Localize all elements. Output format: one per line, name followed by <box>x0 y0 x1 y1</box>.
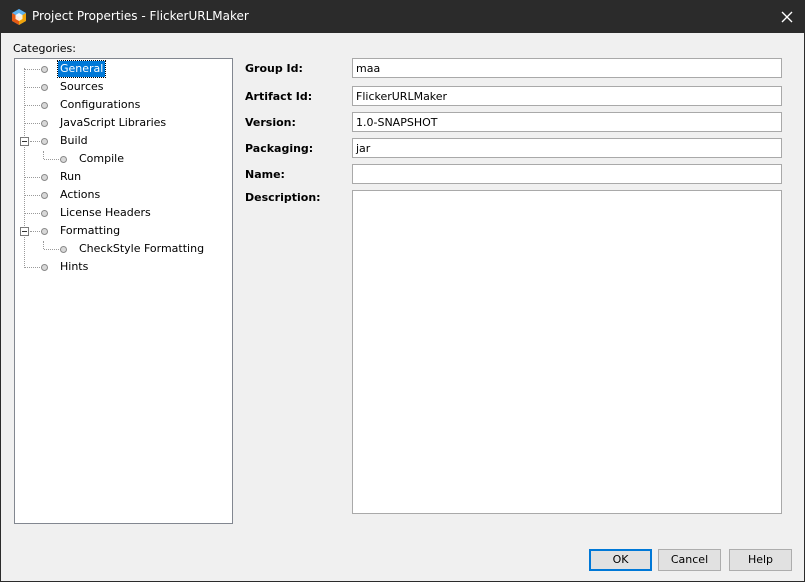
group-id-field[interactable]: maa <box>352 58 782 78</box>
tree-connector <box>43 151 44 159</box>
tree-item-sources[interactable]: Sources <box>58 79 106 95</box>
description-textarea[interactable] <box>352 190 782 514</box>
tree-item-label: Build <box>60 134 88 147</box>
tree-item-javascript-libraries[interactable]: JavaScript Libraries <box>58 115 168 131</box>
tree-item-checkstyle-formatting[interactable]: CheckStyle Formatting <box>77 241 206 257</box>
netbeans-logo-icon <box>10 8 28 26</box>
tree-item-general[interactable]: General <box>56 60 107 78</box>
categories-tree[interactable]: General Sources Configurations JavaScrip… <box>14 58 233 524</box>
ok-button[interactable]: OK <box>589 549 652 571</box>
cancel-button[interactable]: Cancel <box>658 549 721 571</box>
node-icon <box>41 84 48 91</box>
version-field[interactable]: 1.0-SNAPSHOT <box>352 112 782 132</box>
node-icon <box>41 102 48 109</box>
artifact-id-field[interactable]: FlickerURLMaker <box>352 86 782 106</box>
node-icon <box>60 246 67 253</box>
node-icon <box>41 264 48 271</box>
description-label: Description: <box>245 191 321 204</box>
artifact-id-label: Artifact Id: <box>245 90 313 103</box>
name-label: Name: <box>245 168 285 181</box>
name-field[interactable] <box>352 164 782 184</box>
tree-item-label: CheckStyle Formatting <box>79 242 205 255</box>
tree-item-label: Run <box>60 170 82 183</box>
tree-item-label: Configurations <box>60 98 141 111</box>
packaging-field[interactable]: jar <box>352 138 782 158</box>
tree-item-compile[interactable]: Compile <box>77 151 126 167</box>
tree-item-license-headers[interactable]: License Headers <box>58 205 153 221</box>
tree-item-formatting[interactable]: Formatting <box>58 223 122 239</box>
tree-connector <box>43 241 44 249</box>
node-icon <box>41 66 48 73</box>
version-label: Version: <box>245 116 296 129</box>
close-icon <box>781 11 793 23</box>
tree-item-label: Actions <box>60 188 101 201</box>
node-icon <box>41 120 48 127</box>
tree-connector <box>24 68 25 268</box>
node-icon <box>41 192 48 199</box>
tree-item-build[interactable]: Build <box>58 133 90 149</box>
tree-item-configurations[interactable]: Configurations <box>58 97 142 113</box>
tree-item-label: Hints <box>60 260 89 273</box>
tree-item-label: JavaScript Libraries <box>60 116 167 129</box>
node-icon <box>41 174 48 181</box>
tree-item-label: Sources <box>60 80 104 93</box>
node-icon <box>41 138 48 145</box>
title-bar[interactable]: Project Properties - FlickerURLMaker <box>1 1 804 33</box>
tree-item-label: General <box>56 60 107 78</box>
window-title: Project Properties - FlickerURLMaker <box>32 9 249 23</box>
collapse-toggle-icon[interactable] <box>20 137 29 146</box>
tree-item-label: Formatting <box>60 224 121 237</box>
group-id-label: Group Id: <box>245 62 303 75</box>
categories-label: Categories: <box>13 42 76 55</box>
tree-item-actions[interactable]: Actions <box>58 187 102 203</box>
packaging-label: Packaging: <box>245 142 314 155</box>
node-icon <box>60 156 67 163</box>
node-icon <box>41 210 48 217</box>
help-button[interactable]: Help <box>729 549 792 571</box>
tree-item-label: License Headers <box>60 206 151 219</box>
tree-item-hints[interactable]: Hints <box>58 259 90 275</box>
tree-item-label: Compile <box>79 152 124 165</box>
project-properties-dialog: Project Properties - FlickerURLMaker Cat… <box>0 0 805 582</box>
collapse-toggle-icon[interactable] <box>20 227 29 236</box>
close-button[interactable] <box>770 1 804 33</box>
tree-item-run[interactable]: Run <box>58 169 83 185</box>
node-icon <box>41 228 48 235</box>
